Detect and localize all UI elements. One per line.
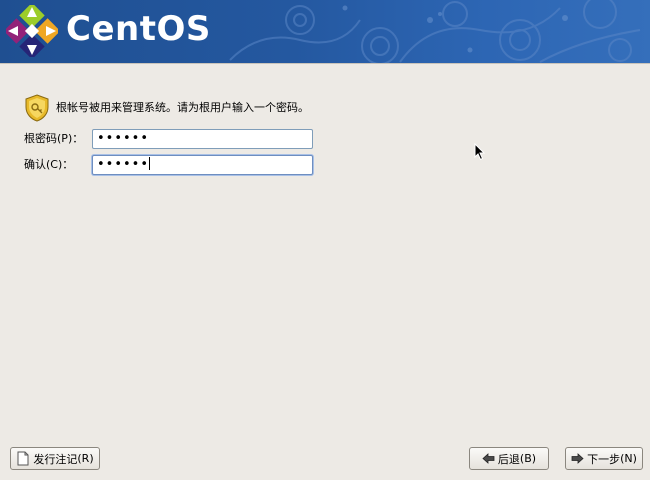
- banner-divider: [0, 63, 650, 64]
- confirm-password-value-wrap: ••••••: [97, 157, 151, 173]
- next-button[interactable]: 下一步(N): [565, 447, 643, 470]
- shield-key-icon: [25, 94, 49, 122]
- back-button[interactable]: 后退(B): [469, 447, 549, 470]
- back-mnemonic: B: [524, 452, 532, 465]
- root-password-label: 根密码(P)：: [24, 132, 84, 145]
- info-text: 根帐号被用来管理系统。请为根用户输入一个密码。: [56, 101, 309, 114]
- next-label: 下一步: [587, 452, 621, 466]
- brand-name: CentOS: [66, 9, 211, 49]
- confirm-password-input[interactable]: ••••••: [92, 155, 313, 175]
- release-notes-label: 发行注记: [33, 452, 78, 466]
- confirm-password-mnemonic: C: [50, 158, 58, 171]
- arrow-right-icon: [571, 453, 584, 464]
- confirm-password-value: ••••••: [97, 157, 150, 172]
- confirm-password-label-text: 确认: [24, 158, 46, 171]
- root-password-label-text: 根密码: [24, 132, 57, 145]
- document-icon: [16, 451, 30, 466]
- centos-logo-icon: [6, 5, 58, 57]
- arrow-left-icon: [482, 453, 495, 464]
- confirm-password-label: 确认(C)：: [24, 158, 74, 171]
- text-cursor: [149, 157, 151, 170]
- root-password-info: 根帐号被用来管理系统。请为根用户输入一个密码。: [24, 94, 309, 122]
- root-password-mnemonic: P: [61, 132, 68, 145]
- back-label: 后退: [497, 452, 520, 466]
- centos-banner: CentOS: [0, 0, 650, 63]
- root-password-input[interactable]: ••••••: [92, 129, 313, 149]
- next-mnemonic: N: [624, 452, 633, 465]
- release-notes-button[interactable]: 发行注记(R): [10, 447, 100, 470]
- release-notes-mnemonic: R: [81, 452, 90, 465]
- mouse-pointer-icon: [474, 143, 486, 161]
- root-password-value: ••••••: [97, 131, 150, 146]
